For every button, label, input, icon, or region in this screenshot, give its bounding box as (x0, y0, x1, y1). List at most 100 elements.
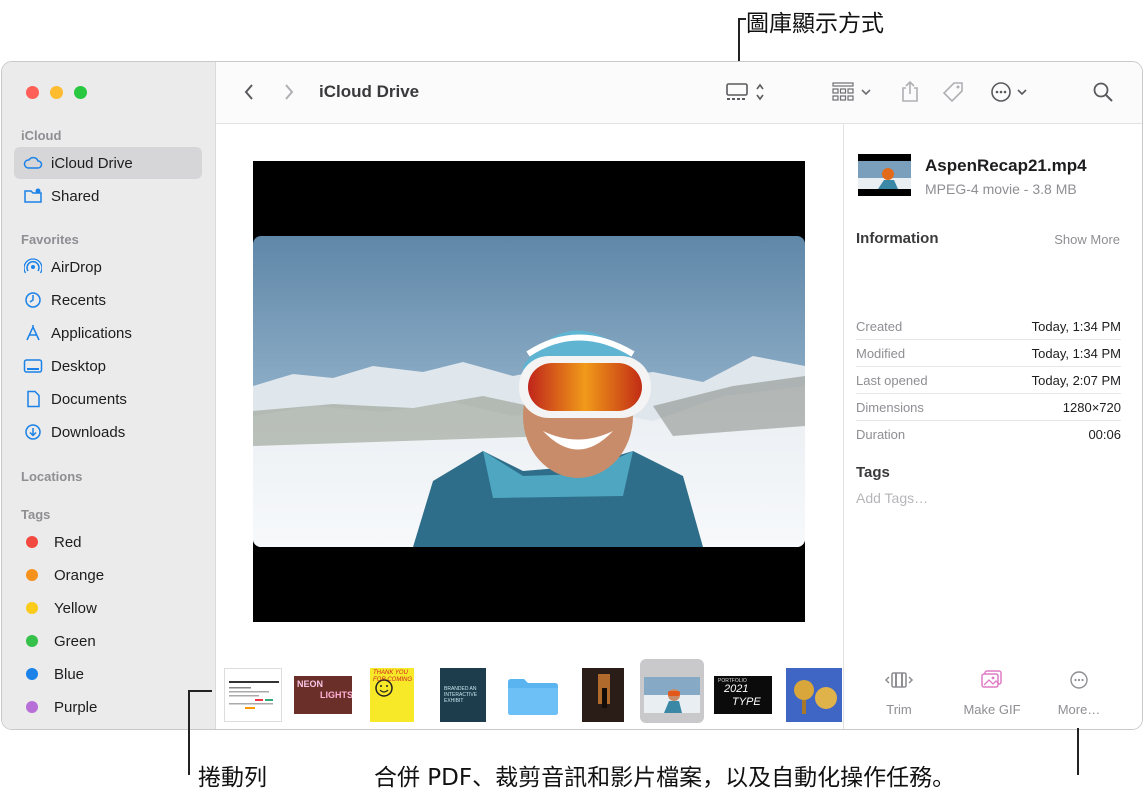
thumbnail-spreadsheet[interactable] (224, 668, 282, 722)
info-row: Last opened Today, 2:07 PM (856, 367, 1121, 394)
callout-scroll-bar: 捲動列 (198, 765, 267, 791)
applications-icon (23, 323, 43, 343)
sidebar-item-desktop[interactable]: Desktop (14, 350, 202, 382)
tag-icon (942, 82, 963, 103)
sidebar-section-locations: Locations (21, 469, 83, 484)
zoom-button[interactable] (74, 86, 87, 99)
sidebar-item-airdrop[interactable]: AirDrop (14, 251, 202, 283)
sidebar-item-documents[interactable]: Documents (14, 383, 202, 415)
info-value: 1280×720 (1062, 399, 1121, 415)
sidebar-item-applications[interactable]: Applications (14, 317, 202, 349)
info-value: 00:06 (1088, 427, 1121, 442)
info-row: Modified Today, 1:34 PM (856, 340, 1121, 367)
sidebar-item-label: Blue (54, 665, 85, 683)
sidebar-tag-red[interactable]: Red (14, 526, 202, 558)
window-title: iCloud Drive (319, 82, 420, 101)
trim-icon (883, 666, 915, 694)
search-icon (1093, 82, 1113, 102)
tag-dot-icon (26, 536, 38, 548)
more-icon (1068, 666, 1090, 694)
sidebar-tag-purple[interactable]: Purple (14, 691, 202, 723)
callout-tick-scroll (188, 690, 212, 692)
sidebar: iCloud iCloud Drive Shared Favorites Air… (2, 62, 216, 729)
file-kind: MPEG-4 movie - 3.8 MB (925, 181, 1077, 197)
file-name: AspenRecap21.mp4 (925, 156, 1087, 175)
sidebar-tag-blue[interactable]: Blue (14, 658, 202, 690)
thumbnail-scroll-strip[interactable]: NEON LIGHTS THANK YOU FOR COMING BRANDED… (216, 659, 843, 729)
thumbnail-text: BRANDED AN INTERACTIVE EXHIBIT (444, 686, 478, 704)
video-preview[interactable] (253, 161, 805, 622)
tag-dot-icon (26, 701, 38, 713)
trim-action-button[interactable]: Trim (864, 662, 934, 717)
search-button[interactable] (1090, 78, 1116, 106)
thumbnail-text: THANK YOU FOR COMING (373, 670, 412, 683)
info-key: Duration (856, 427, 906, 442)
action-menu-button[interactable] (988, 78, 1034, 106)
sidebar-tag-yellow[interactable]: Yellow (14, 592, 202, 624)
folder-icon (508, 679, 558, 715)
share-icon (902, 80, 918, 102)
group-icon (832, 82, 871, 101)
info-row: Duration 00:06 (856, 421, 1121, 448)
close-button[interactable] (26, 86, 39, 99)
thumbnail-folder[interactable] (506, 676, 560, 716)
tag-dot-icon (26, 668, 38, 680)
callout-quick-actions: 合併 PDF、裁剪音訊和影片檔案，以及自動化操作任務。 (374, 765, 956, 791)
sidebar-item-label: Green (54, 632, 96, 650)
show-more-link[interactable]: Show More (1054, 232, 1120, 247)
minimize-button[interactable] (50, 86, 63, 99)
thumbnail-text: NEON (297, 679, 324, 689)
callout-line-actions (1077, 728, 1079, 775)
info-value: Today, 2:07 PM (1031, 372, 1121, 388)
sidebar-item-label: Applications (51, 324, 132, 342)
sidebar-item-icloud-drive[interactable]: iCloud Drive (14, 147, 202, 179)
info-key: Modified (856, 345, 906, 361)
group-button[interactable] (830, 78, 876, 106)
sidebar-item-downloads[interactable]: Downloads (14, 416, 202, 448)
sidebar-section-tags: Tags (21, 507, 51, 522)
file-thumbnail (858, 154, 911, 196)
thumbnail-portfolio[interactable]: PORTFOLIO 2021 TYPE (714, 676, 772, 714)
video-frame-image (253, 236, 805, 547)
sidebar-item-label: Recents (51, 291, 107, 309)
sidebar-item-recents[interactable]: Recents (14, 284, 202, 316)
make-gif-action-button[interactable]: Make GIF (957, 662, 1027, 717)
sidebar-item-label: Desktop (51, 357, 107, 375)
info-key: Last opened (856, 372, 928, 388)
action-label: More… (1057, 702, 1101, 717)
thumbnail-text: LIGHTS (320, 690, 352, 700)
sidebar-item-shared[interactable]: Shared (14, 180, 202, 212)
thumbnail-trophies[interactable] (786, 668, 842, 722)
thumbnail-interactive-exhibit[interactable]: BRANDED AN INTERACTIVE EXHIBIT (440, 668, 486, 722)
inspector-panel: AspenRecap21.mp4 MPEG-4 movie - 3.8 MB I… (843, 124, 1142, 729)
page: 圖庫顯示方式 iCloud iCloud Drive Shared Favori… (0, 0, 1144, 795)
shared-folder-icon (23, 186, 43, 206)
back-button[interactable] (238, 78, 260, 106)
information-heading: Information (856, 230, 939, 247)
forward-button[interactable] (278, 78, 300, 106)
sidebar-tag-orange[interactable]: Orange (14, 559, 202, 591)
toolbar: iCloud Drive (216, 62, 1142, 124)
sidebar-item-label: Shared (51, 187, 100, 205)
callout-line-scroll (188, 690, 190, 775)
tags-heading: Tags (856, 464, 890, 481)
share-button[interactable] (898, 78, 922, 106)
document-icon (23, 389, 43, 409)
view-mode-button[interactable] (724, 78, 770, 106)
add-tags-field[interactable]: Add Tags… (856, 490, 928, 506)
thumbnail-skier-video[interactable] (644, 677, 700, 713)
thumbnail-neon-lights[interactable]: NEON LIGHTS (294, 676, 352, 714)
sidebar-tag-green[interactable]: Green (14, 625, 202, 657)
tag-button[interactable] (940, 78, 966, 106)
sidebar-section-favorites: Favorites (21, 232, 79, 247)
more-action-button[interactable]: More… (1044, 662, 1114, 717)
sidebar-item-label: Downloads (51, 423, 126, 441)
thumbnail-doorway-photo[interactable] (582, 668, 624, 722)
make-gif-icon (979, 666, 1005, 694)
thumbnail-thank-you[interactable]: THANK YOU FOR COMING (370, 668, 414, 722)
sidebar-item-label: Documents (51, 390, 127, 408)
info-key: Dimensions (856, 399, 924, 415)
ellipsis-circle-icon (991, 82, 1027, 102)
clock-icon (23, 290, 43, 310)
thumbnail-text: TYPE (732, 696, 761, 708)
